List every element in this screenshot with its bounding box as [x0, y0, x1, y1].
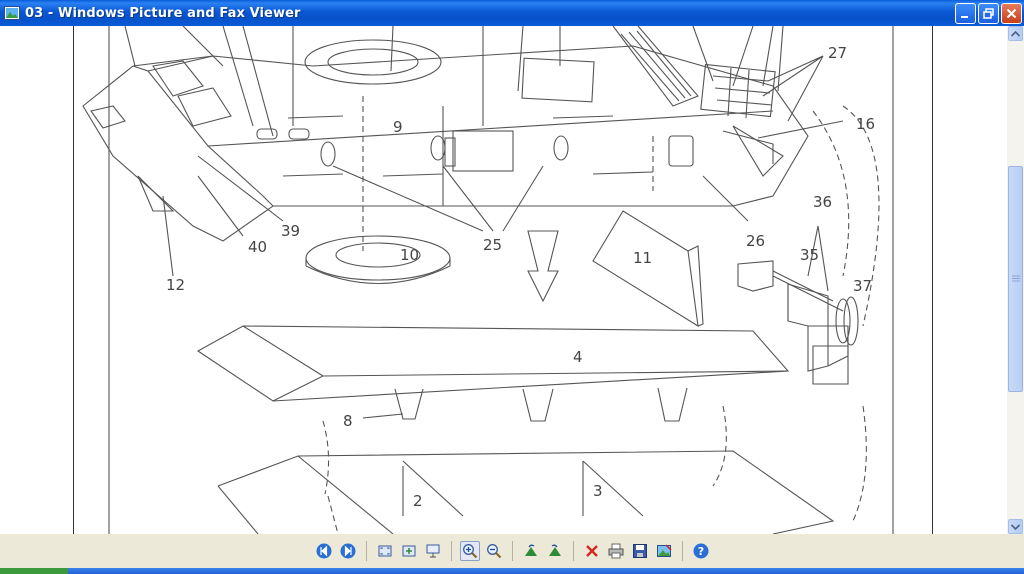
callout-10: 10	[400, 246, 419, 264]
save-icon	[632, 544, 647, 558]
minimize-icon	[961, 16, 968, 18]
viewer-toolbar: ?	[0, 534, 1024, 568]
rotate-clockwise-button[interactable]	[521, 541, 541, 561]
callout-40: 40	[248, 238, 267, 256]
edit-button[interactable]	[654, 541, 674, 561]
help-icon: ?	[693, 543, 708, 559]
callout-3: 3	[593, 482, 603, 500]
slideshow-button[interactable]	[423, 541, 443, 561]
zoom-out-icon	[486, 544, 501, 559]
callout-4: 4	[573, 348, 583, 366]
next-image-button[interactable]	[338, 541, 358, 561]
toolbar-separator	[681, 541, 683, 561]
restore-button[interactable]	[978, 3, 999, 24]
callout-11: 11	[633, 249, 652, 267]
best-fit-button[interactable]	[375, 541, 395, 561]
toolbar-separator	[572, 541, 574, 561]
callout-25: 25	[483, 236, 502, 254]
delete-button[interactable]	[582, 541, 602, 561]
rotate-counterclockwise-icon	[548, 544, 561, 556]
toolbar-separator	[450, 541, 452, 561]
callout-9: 9	[393, 118, 403, 136]
toolbar-separator	[365, 541, 367, 561]
zoom-out-button[interactable]	[484, 541, 504, 561]
callout-2: 2	[413, 492, 423, 510]
svg-text:?: ?	[697, 545, 703, 558]
scroll-down-button[interactable]	[1008, 519, 1023, 534]
assembly-diagram: 27 16 9 39 40 12 10 25 26 11 36 35 37 4 …	[82, 26, 894, 534]
print-icon	[608, 543, 623, 559]
zoom-in-icon	[462, 544, 477, 559]
best-fit-icon	[378, 545, 391, 557]
callout-12: 12	[166, 276, 185, 294]
delete-icon	[585, 545, 598, 557]
help-button[interactable]: ?	[691, 541, 711, 561]
arrow-up-icon	[1011, 30, 1020, 37]
print-button[interactable]	[606, 541, 626, 561]
title-bar[interactable]: 03 - Windows Picture and Fax Viewer	[0, 0, 1024, 26]
zoom-in-button[interactable]	[459, 541, 480, 561]
close-button[interactable]	[1001, 3, 1022, 24]
callout-37: 37	[853, 277, 872, 295]
slideshow-icon	[426, 544, 439, 558]
restore-icon	[983, 8, 994, 19]
callout-39: 39	[281, 222, 300, 240]
callout-35: 35	[800, 246, 819, 264]
actual-size-icon	[402, 545, 415, 557]
edit-image-icon	[656, 544, 672, 557]
taskbar[interactable]	[0, 568, 1024, 574]
callout-16: 16	[856, 115, 875, 133]
callout-36: 36	[813, 193, 832, 211]
next-image-icon	[340, 543, 355, 559]
arrow-down-icon	[1011, 523, 1020, 530]
toolbar-separator	[511, 541, 513, 561]
image-canvas: 27 16 9 39 40 12 10 25 26 11 36 35 37 4 …	[73, 26, 933, 534]
actual-size-button[interactable]	[399, 541, 419, 561]
previous-image-button[interactable]	[314, 541, 334, 561]
callout-8: 8	[343, 412, 353, 430]
grip-icon	[1011, 275, 1020, 282]
callout-26: 26	[746, 232, 765, 250]
scroll-thumb[interactable]	[1008, 166, 1023, 392]
picture-viewer-app-icon	[4, 6, 20, 20]
vertical-scrollbar[interactable]	[1007, 26, 1024, 534]
previous-image-icon	[316, 543, 331, 559]
start-button[interactable]	[0, 568, 68, 574]
scroll-up-button[interactable]	[1008, 26, 1023, 41]
window-title: 03 - Windows Picture and Fax Viewer	[25, 5, 301, 21]
image-viewport[interactable]: 27 16 9 39 40 12 10 25 26 11 36 35 37 4 …	[0, 26, 1007, 534]
save-button[interactable]	[630, 541, 650, 561]
minimize-button[interactable]	[955, 3, 976, 24]
rotate-counterclockwise-button[interactable]	[545, 541, 565, 561]
rotate-clockwise-icon	[524, 544, 537, 556]
close-icon	[1006, 8, 1017, 19]
callout-27: 27	[828, 44, 847, 62]
